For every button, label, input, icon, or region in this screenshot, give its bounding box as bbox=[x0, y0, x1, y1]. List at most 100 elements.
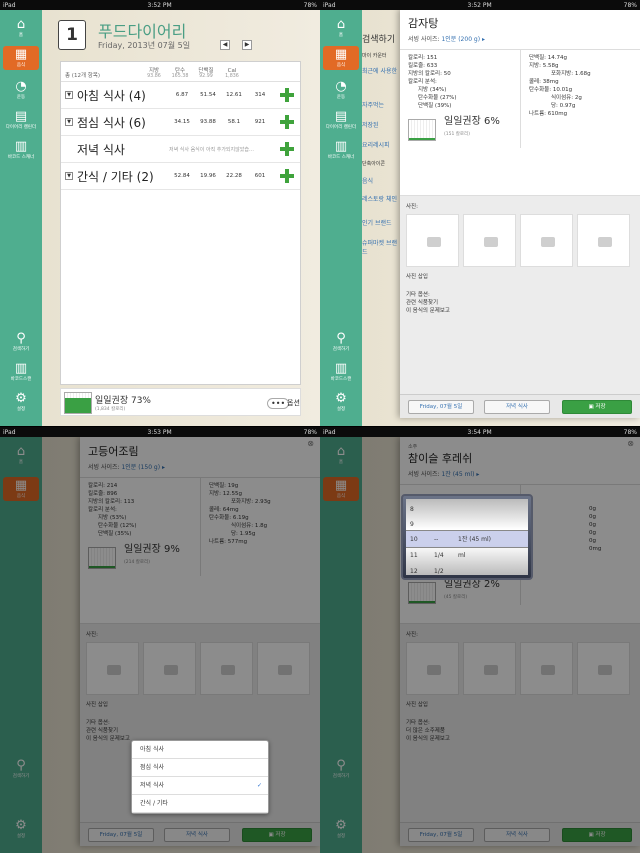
brand-link[interactable]: 인기 브랜드 bbox=[362, 218, 402, 227]
meal-select-button[interactable]: 저녁 식사 bbox=[484, 400, 550, 414]
add-food-icon[interactable] bbox=[280, 169, 294, 183]
chevron-right-icon: ▸ bbox=[482, 36, 486, 43]
nav-food[interactable]: ▦ 음식 bbox=[3, 46, 39, 70]
nav-calendar[interactable]: ▤ 다이어리 캘린더 bbox=[320, 109, 362, 131]
saved-link[interactable]: 저장된 bbox=[362, 120, 402, 129]
barcode-icon: ▥ bbox=[334, 361, 348, 376]
barcode-icon: ▥ bbox=[334, 139, 348, 154]
search-sidebar: 검색하기 마이 카운터 최근에 사용한 자주먹는 저장된 요리레시피 단축아이콘… bbox=[362, 10, 402, 426]
frequent-link[interactable]: 자주먹는 bbox=[362, 100, 402, 109]
menu-item-dinner[interactable]: 저녁 식사 ✓ bbox=[132, 777, 268, 795]
status-bar: iPad 3:52 PM 78% bbox=[0, 0, 320, 10]
food-icon: ▦ bbox=[14, 47, 28, 62]
status-bar: iPad 3:52 PM 78% bbox=[320, 0, 640, 10]
nav-home[interactable]: ⌂ 홈 bbox=[320, 17, 362, 39]
more-icon[interactable]: ••• bbox=[267, 398, 290, 409]
nav-rail: ⌂ 홈 ▦ 음식 ◔ 운동 ▤ 다이어리 캘린더 ▥ 바코드 스캐너 ⚲ 검색하기 ▥ 바코드… bbox=[320, 10, 362, 426]
food-name: 감자탕 bbox=[408, 17, 439, 30]
add-food-icon[interactable] bbox=[280, 115, 294, 129]
nutrition-facts: 칼로리: 151 킬로줄: 633 지방의 칼로리: 50 칼로리 분석: 지방 (3… bbox=[400, 49, 640, 148]
food-detail-screen-1: iPad 3:52 PM 78% ⌂ 홈 ▦ 음식 ◔ 운동 ▤ 다이어리 캘린더 ▥ 바코드… bbox=[320, 0, 640, 426]
serving-picker[interactable]: 8 9 10 -- 1잔 (45 ml) 11 1/4 ml 12 1/2 bbox=[401, 494, 533, 580]
meal-dropdown: 아침 식사 점심 식사 저녁 식사 ✓ 간식 / 기타 bbox=[131, 740, 269, 814]
search-icon: ⚲ bbox=[336, 331, 346, 346]
menu-item-lunch[interactable]: 점심 식사 bbox=[132, 759, 268, 777]
insert-photo-link[interactable]: 사진 삽입 bbox=[406, 272, 634, 280]
report-link[interactable]: 이 음식의 문제보고 bbox=[406, 306, 634, 314]
food-detail-screen-2: iPad 3:53 PM 78% ⌂ 홈 ▦ 음식 ⚲ 검색하기 ⚙ 설정 고등어조림 서빙… bbox=[0, 427, 320, 853]
check-icon: ✓ bbox=[256, 782, 262, 789]
nav-calendar[interactable]: ▤ 다이어리 캘린더 bbox=[0, 109, 42, 131]
summary-header: 총 (12개 항목) 지방 93.86 탄수 165.38 단백질 92.99 Cal… bbox=[61, 62, 300, 82]
search-icon: ⚲ bbox=[16, 331, 26, 346]
nav-barcode[interactable]: ▥ 바코드 스캐너 bbox=[0, 139, 42, 161]
barcode-icon: ▥ bbox=[14, 139, 28, 154]
daily-footer: 일일권장 73% (1,834 칼로리) ••• 옵션 bbox=[60, 388, 301, 416]
camera-icon[interactable] bbox=[406, 214, 459, 267]
meal-row-dinner[interactable]: 저녁 식사 저녁 식사 음식이 아직 추가되지않았습… bbox=[61, 136, 300, 163]
diary-screen: iPad 3:52 PM 78% ⌂ 홈 ▦ 음식 ◔ 운동 ▤ 다이어리 캘린더 ▥ 바코드… bbox=[0, 0, 320, 426]
nav-home[interactable]: ⌂ 홈 bbox=[0, 17, 42, 39]
add-food-icon[interactable] bbox=[280, 142, 294, 156]
page-title: 푸드다이어리 bbox=[98, 22, 187, 41]
meal-row-snack[interactable]: ▼ 간식 / 기타 (2) 52.84 19.96 22.28 601 bbox=[61, 163, 300, 190]
menu-item-snack[interactable]: 간식 / 기타 bbox=[132, 795, 268, 813]
prev-day-button[interactable]: ◀ bbox=[220, 40, 230, 50]
save-button[interactable]: ▣ 저장 bbox=[562, 400, 632, 414]
nav-food[interactable]: ▦ 음식 bbox=[323, 46, 359, 70]
food-detail-screen-3: iPad 3:54 PM 78% ⌂ 홈 ▦ 음식 ⚲ 검색하기 ⚙ 설정 소주 참이슬 후… bbox=[320, 427, 640, 853]
next-day-button[interactable]: ▶ bbox=[242, 40, 252, 50]
serving-size-picker[interactable]: 1인분 (200 g) bbox=[441, 36, 480, 43]
picker-selected-row: 10 -- 1잔 (45 ml) bbox=[406, 530, 528, 548]
food-icon: ▦ bbox=[334, 47, 348, 62]
nav-exercise[interactable]: ◔ 운동 bbox=[0, 79, 42, 101]
camera-icon[interactable] bbox=[463, 214, 516, 267]
nav-settings[interactable]: ⚙ 설정 bbox=[0, 391, 42, 413]
home-icon: ⌂ bbox=[16, 17, 26, 32]
camera-icon[interactable] bbox=[577, 214, 630, 267]
nav-barcode[interactable]: ▥ 바코드 스캐너 bbox=[320, 139, 362, 161]
meal-summary-card: 총 (12개 항목) 지방 93.86 탄수 165.38 단백질 92.99 Cal… bbox=[60, 61, 301, 385]
barcode-icon: ▥ bbox=[14, 361, 28, 376]
nav-settings[interactable]: ⚙ 설정 bbox=[320, 391, 362, 413]
menu-item-breakfast[interactable]: 아침 식사 bbox=[132, 741, 268, 759]
gear-icon: ⚙ bbox=[335, 391, 347, 406]
nav-rail: ⌂ 홈 ▦ 음식 ◔ 운동 ▤ 다이어리 캘린더 ▥ 바코드 스캐너 ⚲ 검색하기 ▥ 바코드… bbox=[0, 10, 42, 426]
add-food-icon[interactable] bbox=[280, 88, 294, 102]
date-button[interactable]: Friday, 07월 5일 bbox=[408, 400, 474, 414]
calendar-icon: ▤ bbox=[14, 109, 28, 124]
food-detail-panel: 감자탕 서빙 사이즈: 1인분 (200 g) ▸ 칼로리: 151 킬로줄: 6… bbox=[400, 9, 640, 418]
nav-barcode-scan[interactable]: ▥ 바코드스캔 bbox=[0, 361, 42, 383]
chevron-down-icon[interactable]: ▼ bbox=[65, 91, 73, 99]
chevron-down-icon[interactable]: ▼ bbox=[65, 172, 73, 180]
related-food-link[interactable]: 관련 식품찾기 bbox=[406, 298, 634, 306]
chevron-down-icon[interactable]: ▼ bbox=[65, 118, 73, 126]
stopwatch-icon: ◔ bbox=[15, 79, 27, 94]
rdi-gauge bbox=[408, 119, 436, 141]
food-link[interactable]: 음식 bbox=[362, 176, 402, 185]
camera-icon[interactable] bbox=[520, 214, 573, 267]
close-icon[interactable]: ⊗ bbox=[307, 439, 314, 448]
status-bar: iPad 3:54 PM 78% bbox=[320, 427, 640, 437]
nav-exercise[interactable]: ◔ 운동 bbox=[320, 79, 362, 101]
picker-wheels[interactable]: 8 9 10 -- 1잔 (45 ml) 11 1/4 ml 12 1/2 bbox=[406, 499, 528, 575]
nav-barcode-scan[interactable]: ▥ 바코드스캔 bbox=[320, 361, 362, 383]
diary-date: Friday, 2013년 07월 5일 bbox=[98, 41, 191, 50]
recent-link[interactable]: 최근에 사용한 bbox=[362, 66, 402, 75]
stopwatch-icon: ◔ bbox=[335, 79, 347, 94]
close-icon[interactable]: ⊗ bbox=[627, 439, 634, 448]
notebook-icon: 1 bbox=[58, 20, 86, 50]
recipe-link[interactable]: 요리레시피 bbox=[362, 140, 402, 149]
restaurant-link[interactable]: 레스토랑 체인 bbox=[362, 194, 402, 203]
meal-row-lunch[interactable]: ▼ 점심 식사 (6) 34.15 93.88 58.1 921 bbox=[61, 109, 300, 136]
supermarket-link[interactable]: 슈퍼마켓 브랜드 bbox=[362, 238, 402, 256]
nav-search[interactable]: ⚲ 검색하기 bbox=[0, 331, 42, 353]
gear-icon: ⚙ bbox=[15, 391, 27, 406]
options-button[interactable]: 옵션 bbox=[287, 398, 300, 408]
home-icon: ⌂ bbox=[336, 17, 346, 32]
nav-search[interactable]: ⚲ 검색하기 bbox=[320, 331, 362, 353]
rdi-gauge bbox=[64, 392, 92, 414]
calendar-icon: ▤ bbox=[334, 109, 348, 124]
meal-row-breakfast[interactable]: ▼ 아침 식사 (4) 6.87 51.54 12.61 314 bbox=[61, 82, 300, 109]
status-bar: iPad 3:53 PM 78% bbox=[0, 427, 320, 437]
